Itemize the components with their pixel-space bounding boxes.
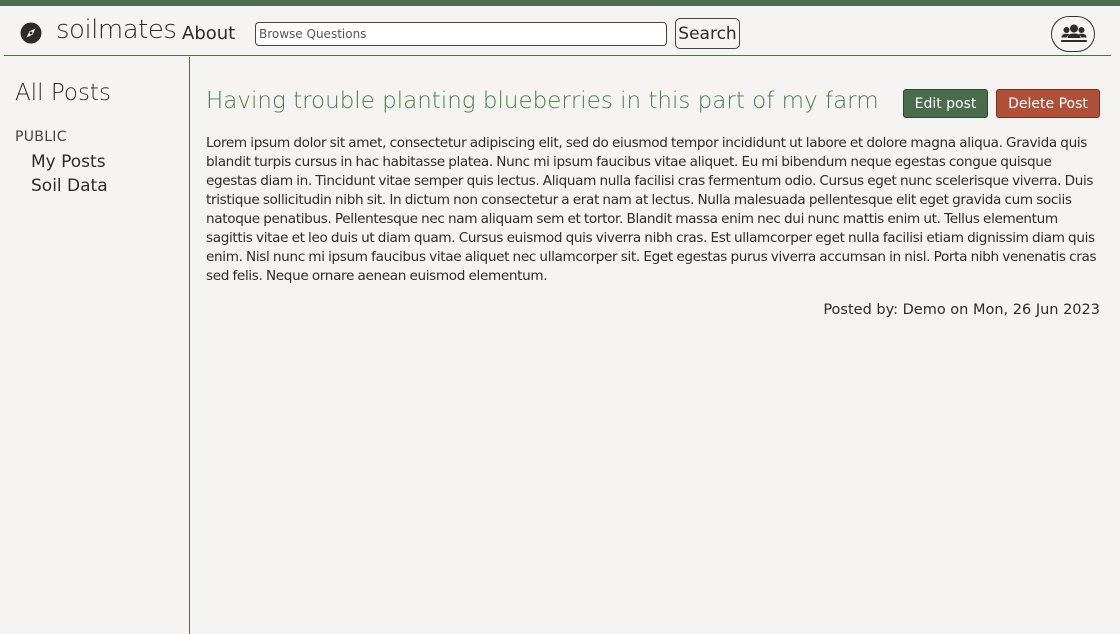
search-button[interactable]: Search xyxy=(675,18,740,49)
sidebar-all-posts[interactable]: All Posts xyxy=(15,80,111,106)
post-title: Having trouble planting blueberries in t… xyxy=(206,88,879,114)
user-menu-button[interactable] xyxy=(1051,16,1095,52)
brand-logo-text[interactable]: soilmates xyxy=(56,15,177,45)
search-input[interactable] xyxy=(255,22,667,46)
post-body: Lorem ipsum dolor sit amet, consectetur … xyxy=(206,135,1097,284)
page: soilmates About Search All Posts PUBLIC … xyxy=(0,0,1120,634)
sidebar-item-my-posts[interactable]: My Posts xyxy=(31,152,106,172)
delete-post-button[interactable]: Delete Post xyxy=(996,89,1100,118)
about-link[interactable]: About xyxy=(182,23,235,44)
sidebar-item-soil-data[interactable]: Soil Data xyxy=(31,176,108,196)
compass-icon[interactable] xyxy=(20,22,42,44)
sidebar-section-public: PUBLIC xyxy=(15,129,67,145)
post-meta: Posted by: Demo on Mon, 26 Jun 2023 xyxy=(823,302,1100,318)
navbar: soilmates About Search xyxy=(4,6,1111,56)
users-icon xyxy=(1061,24,1087,42)
sidebar: All Posts PUBLIC My Posts Soil Data xyxy=(0,57,190,634)
edit-post-button[interactable]: Edit post xyxy=(903,89,988,118)
